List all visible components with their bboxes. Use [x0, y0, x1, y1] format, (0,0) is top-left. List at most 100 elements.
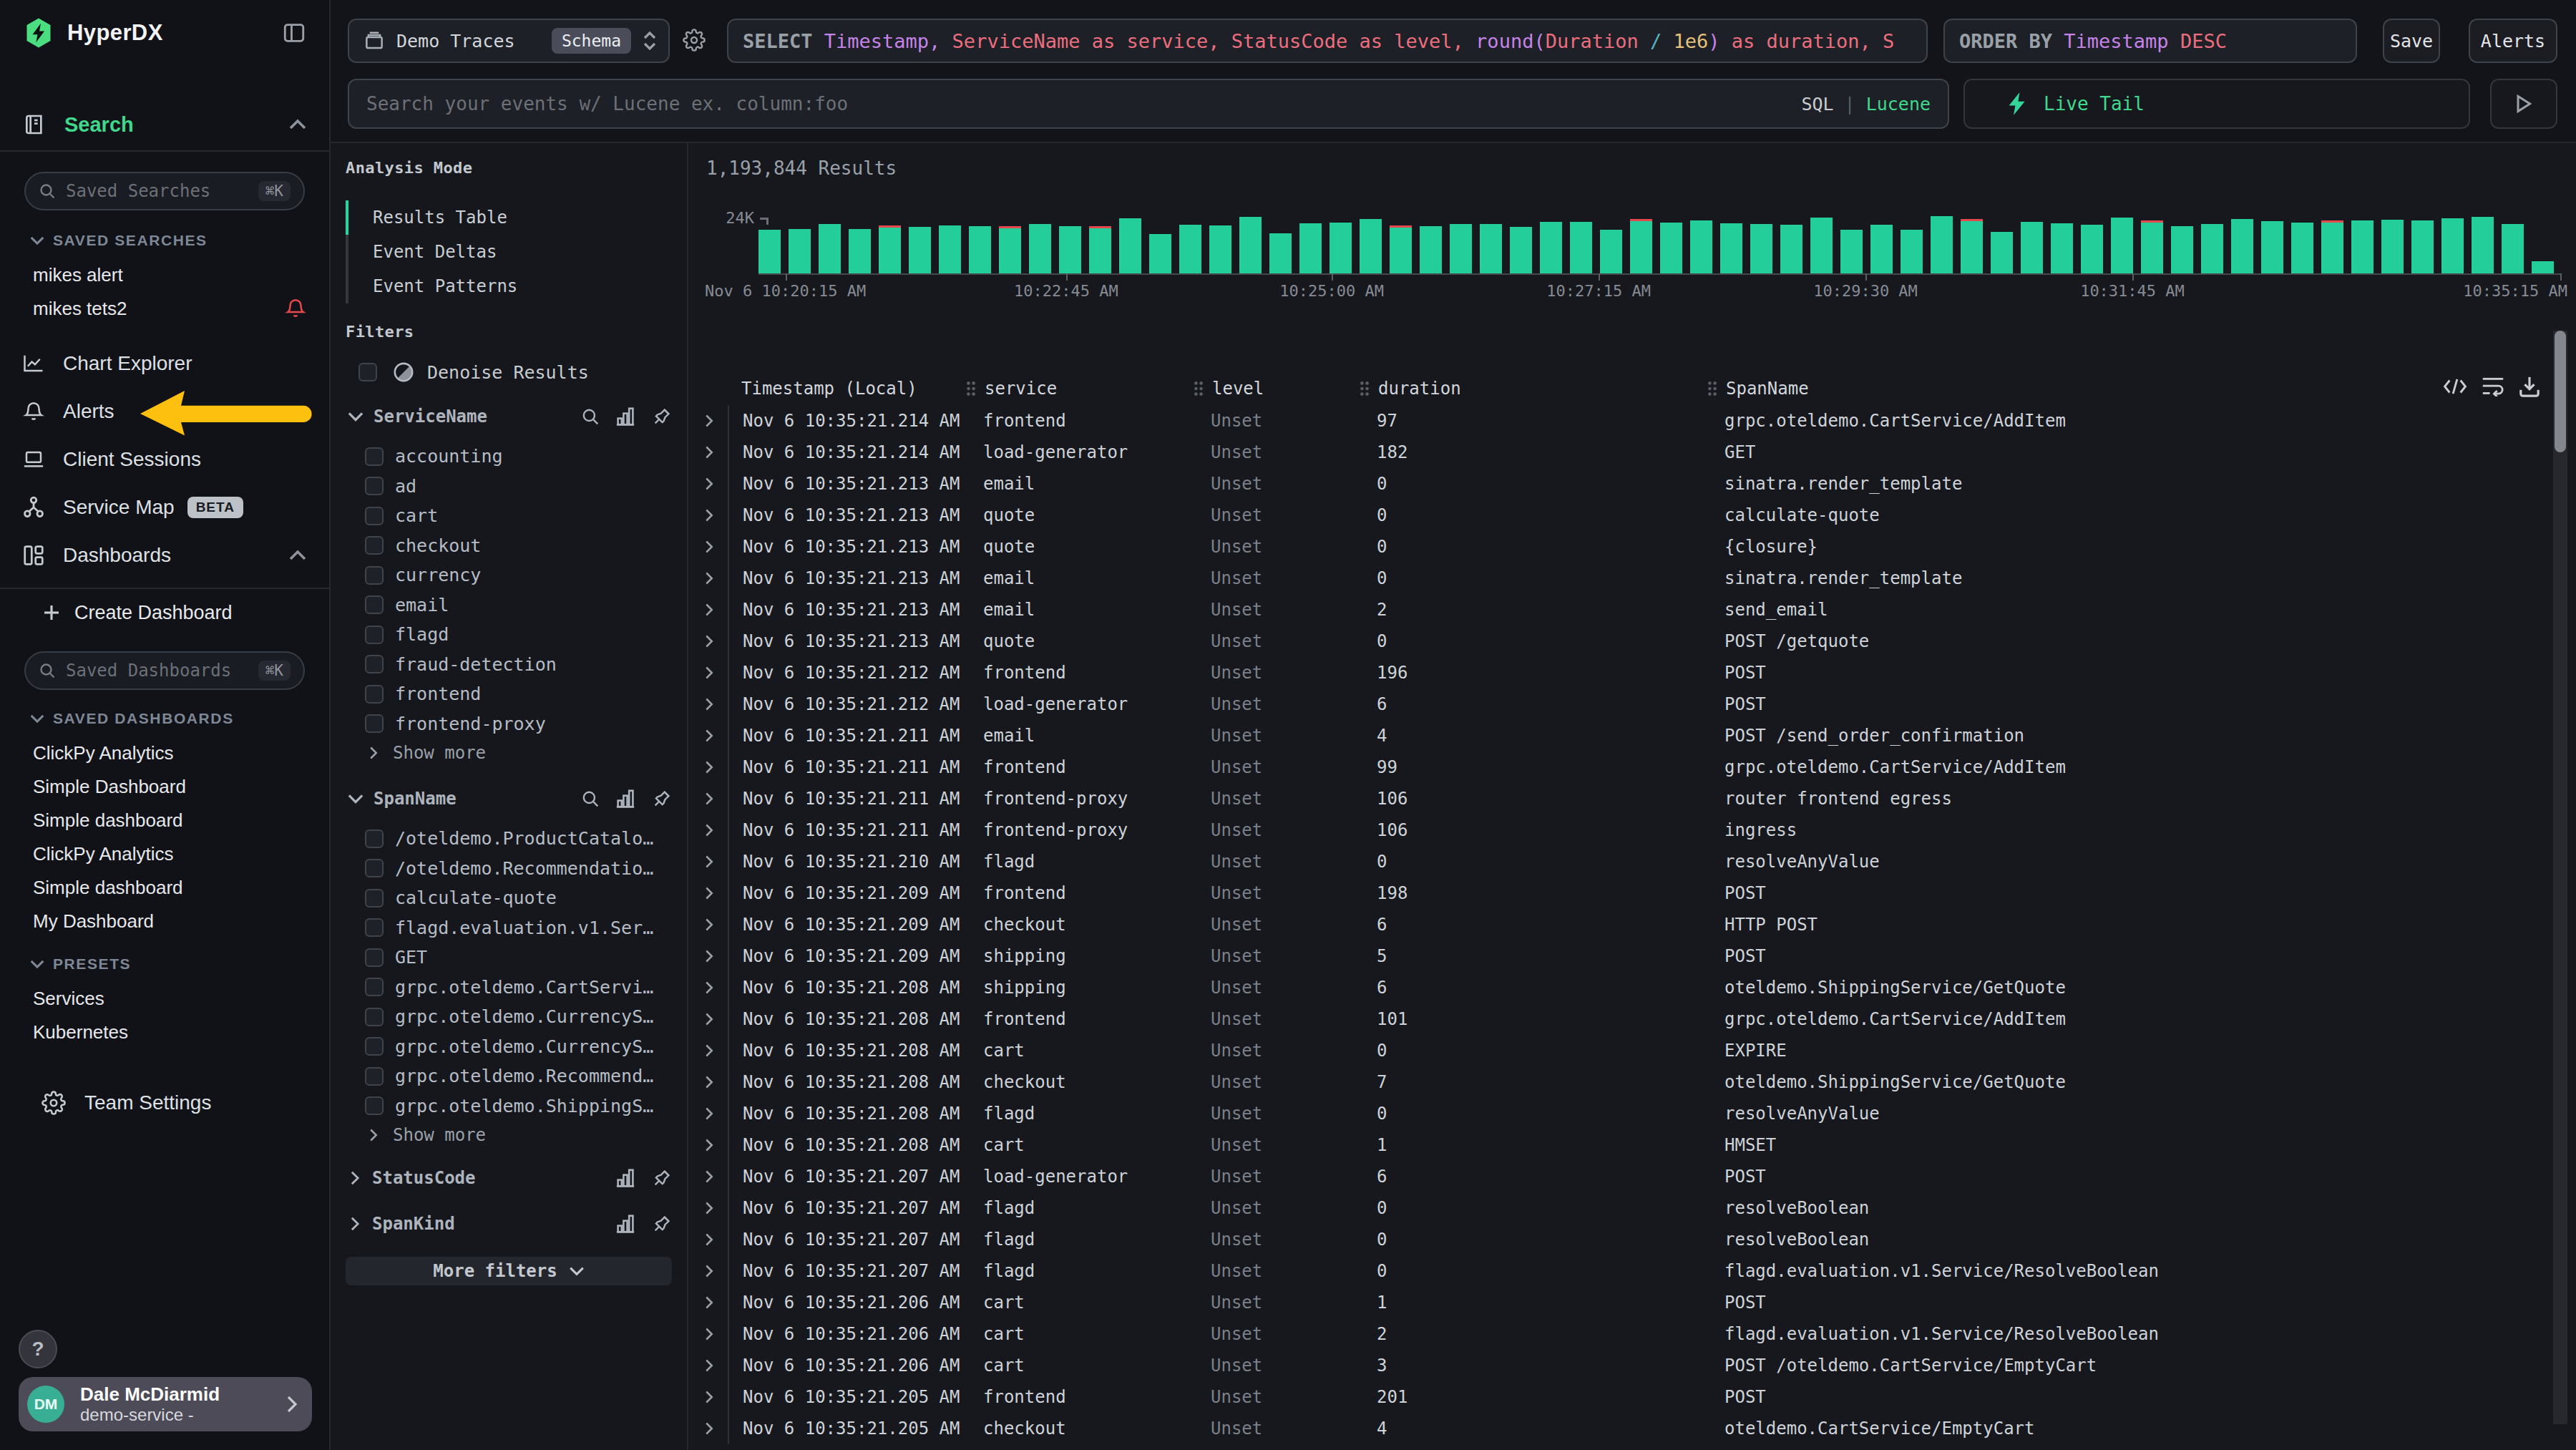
histogram-bar[interactable]	[1089, 228, 1111, 273]
facet-value-item[interactable]: ad	[346, 472, 673, 502]
histogram-bar[interactable]	[1330, 223, 1352, 273]
row-expand-chevron-icon[interactable]	[688, 855, 728, 868]
facet-value-item[interactable]: frontend-proxy	[346, 709, 673, 739]
histogram-bar[interactable]	[2381, 220, 2404, 273]
help-button[interactable]: ?	[19, 1330, 57, 1368]
row-expand-chevron-icon[interactable]	[688, 1296, 728, 1309]
sql-select-input[interactable]: SELECT Timestamp, ServiceName as service…	[727, 19, 1928, 63]
sidebar-item-client-sessions[interactable]: Client Sessions	[0, 444, 329, 475]
facet-group-spankind[interactable]: SpanKind	[346, 1212, 673, 1235]
alerts-button[interactable]: Alerts	[2469, 19, 2557, 63]
histogram-bar[interactable]	[1239, 217, 1262, 273]
histogram-bar[interactable]	[1119, 218, 1141, 273]
facet-value-item[interactable]: /oteldemo.Recommendatio…	[346, 854, 673, 884]
histogram-bar[interactable]	[999, 228, 1021, 273]
facet-search-icon[interactable]	[581, 407, 600, 426]
facet-value-item[interactable]: calculate-quote	[346, 883, 673, 913]
histogram-bar[interactable]	[2201, 224, 2223, 273]
row-expand-chevron-icon[interactable]	[688, 635, 728, 648]
row-expand-chevron-icon[interactable]	[688, 1422, 728, 1435]
row-expand-chevron-icon[interactable]	[688, 540, 728, 553]
chevron-up-icon[interactable]	[289, 550, 306, 561]
table-row[interactable]: Nov 6 10:35:21.205 AMcheckoutUnset4oteld…	[688, 1413, 2553, 1444]
analysis-mode-results-table[interactable]: Results Table	[346, 200, 673, 235]
facet-checkbox[interactable]	[365, 889, 384, 908]
histogram-bar[interactable]	[2291, 223, 2313, 273]
facet-value-item[interactable]: fraud-detection	[346, 650, 673, 680]
histogram-bar[interactable]	[1269, 233, 1292, 273]
row-expand-chevron-icon[interactable]	[688, 981, 728, 994]
facet-value-item[interactable]: flagd	[346, 620, 673, 650]
facet-checkbox[interactable]	[365, 566, 384, 585]
facet-search-icon[interactable]	[581, 789, 600, 808]
facet-checkbox[interactable]	[365, 1096, 384, 1115]
histogram-bar[interactable]	[2532, 261, 2554, 273]
table-row[interactable]: Nov 6 10:35:21.209 AMfrontendUnset198POS…	[688, 877, 2553, 909]
table-row[interactable]: Nov 6 10:35:21.211 AMfrontend-proxyUnset…	[688, 814, 2553, 846]
table-row[interactable]: Nov 6 10:35:21.206 AMcartUnset2flagd.eva…	[688, 1318, 2553, 1350]
facet-value-item[interactable]: /oteldemo.ProductCatalo…	[346, 824, 673, 854]
histogram-bar[interactable]	[1991, 232, 2013, 273]
row-expand-chevron-icon[interactable]	[688, 603, 728, 616]
more-filters-button[interactable]: More filters	[346, 1257, 672, 1285]
histogram-bar[interactable]	[849, 229, 871, 273]
facet-checkbox[interactable]	[365, 507, 384, 525]
facet-checkbox[interactable]	[365, 1067, 384, 1086]
histogram-bar[interactable]	[1299, 223, 1322, 273]
histogram-bar[interactable]	[1570, 222, 1592, 273]
table-row[interactable]: Nov 6 10:35:21.206 AMcartUnset3POST /ote…	[688, 1350, 2553, 1381]
saved-dashboard-item[interactable]: ClickPy Analytics	[0, 842, 329, 865]
scrollbar-thumb[interactable]	[2555, 331, 2566, 452]
facet-checkbox[interactable]	[365, 829, 384, 848]
facet-value-item[interactable]: email	[346, 590, 673, 621]
histogram-bar[interactable]	[1720, 223, 1742, 273]
facet-checkbox[interactable]	[365, 685, 384, 704]
table-row[interactable]: Nov 6 10:35:21.212 AMload-generatorUnset…	[688, 688, 2553, 720]
facet-checkbox[interactable]	[365, 918, 384, 937]
analysis-mode-event-patterns[interactable]: Event Patterns	[346, 269, 673, 303]
facet-pin-icon[interactable]	[651, 788, 673, 809]
column-header-service[interactable]: service	[966, 379, 1194, 399]
facet-value-item[interactable]: currency	[346, 560, 673, 590]
histogram-bar[interactable]	[2261, 221, 2283, 273]
row-expand-chevron-icon[interactable]	[688, 824, 728, 837]
table-row[interactable]: Nov 6 10:35:21.208 AMfrontendUnset101grp…	[688, 1003, 2553, 1035]
histogram-bar[interactable]	[2472, 217, 2494, 273]
user-card[interactable]: DM Dale McDiarmid demo-service -	[19, 1377, 312, 1431]
histogram-bar[interactable]	[1810, 218, 1833, 273]
table-row[interactable]: Nov 6 10:35:21.210 AMflagdUnset0resolveA…	[688, 846, 2553, 877]
column-header-timestamp-local-[interactable]: Timestamp (Local)	[728, 379, 966, 399]
histogram-bar[interactable]	[1690, 220, 1712, 273]
table-row[interactable]: Nov 6 10:35:21.213 AMquoteUnset0calculat…	[688, 500, 2553, 531]
table-row[interactable]: Nov 6 10:35:21.208 AMcheckoutUnset7oteld…	[688, 1066, 2553, 1098]
table-row[interactable]: Nov 6 10:35:21.208 AMflagdUnset0resolveA…	[688, 1098, 2553, 1129]
order-by-input[interactable]: ORDER BY Timestamp DESC	[1943, 19, 2357, 63]
table-row[interactable]: Nov 6 10:35:21.213 AMemailUnset2send_ema…	[688, 594, 2553, 626]
table-row[interactable]: Nov 6 10:35:21.213 AMemailUnset0sinatra.…	[688, 468, 2553, 500]
facet-value-item[interactable]: flagd.evaluation.v1.Ser…	[346, 913, 673, 943]
table-row[interactable]: Nov 6 10:35:21.208 AMcartUnset1HMSET	[688, 1129, 2553, 1161]
table-row[interactable]: Nov 6 10:35:21.211 AMfrontendUnset99grpc…	[688, 751, 2553, 783]
histogram-bar[interactable]	[2441, 218, 2464, 273]
table-row[interactable]: Nov 6 10:35:21.214 AMfrontendUnset97grpc…	[688, 405, 2553, 437]
analysis-mode-event-deltas[interactable]: Event Deltas	[346, 235, 673, 269]
facet-group-servicename[interactable]: ServiceName	[346, 405, 673, 428]
row-expand-chevron-icon[interactable]	[688, 887, 728, 900]
histogram-bar[interactable]	[2231, 219, 2253, 273]
row-expand-chevron-icon[interactable]	[688, 1139, 728, 1152]
histogram-bar[interactable]	[2171, 226, 2193, 273]
sidebar-item-team-settings[interactable]: Team Settings	[0, 1087, 329, 1119]
histogram-bar[interactable]	[758, 230, 781, 273]
facet-value-item[interactable]: frontend	[346, 679, 673, 709]
facet-group-statuscode[interactable]: StatusCode	[346, 1167, 673, 1189]
row-expand-chevron-icon[interactable]	[688, 1076, 728, 1089]
table-row[interactable]: Nov 6 10:35:21.213 AMquoteUnset0POST /ge…	[688, 626, 2553, 657]
facet-value-item[interactable]: checkout	[346, 531, 673, 561]
facet-value-item[interactable]: grpc.oteldemo.Recommend…	[346, 1061, 673, 1091]
table-row[interactable]: Nov 6 10:35:21.209 AMshippingUnset5POST	[688, 940, 2553, 972]
facet-checkbox[interactable]	[365, 859, 384, 877]
saved-dashboard-item[interactable]: Simple Dashboard	[0, 775, 329, 798]
row-expand-chevron-icon[interactable]	[688, 1359, 728, 1372]
table-row[interactable]: Nov 6 10:35:21.213 AMemailUnset0sinatra.…	[688, 563, 2553, 594]
histogram-bar[interactable]	[1480, 224, 1502, 273]
